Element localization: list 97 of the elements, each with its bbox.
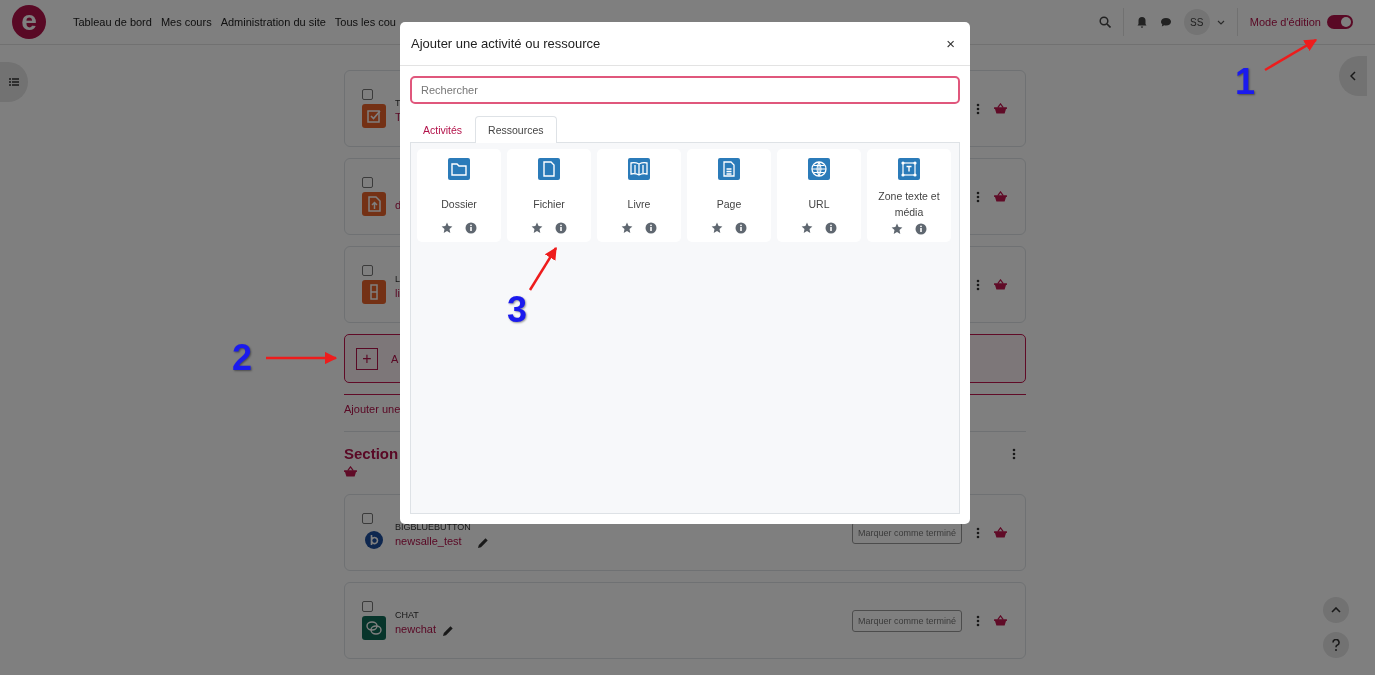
text-media-icon (898, 158, 920, 180)
edit-mode-toggle[interactable] (1327, 15, 1353, 29)
list-icon (9, 78, 19, 86)
resource-name: Fichier (532, 196, 566, 212)
globe-icon (808, 158, 830, 180)
resource-name: URL (807, 196, 831, 212)
resource-tile[interactable]: Fichier (507, 149, 591, 242)
activity-type: BIGBLUEBUTTON (395, 522, 471, 532)
search-field[interactable]: Rechercher (410, 76, 960, 104)
course-index-button[interactable] (0, 62, 28, 102)
basket-icon[interactable] (994, 527, 1007, 538)
resource-tile[interactable]: Livre (597, 149, 681, 242)
activity-checkbox[interactable] (362, 265, 373, 276)
nav-link[interactable]: Tableau de bord (73, 16, 152, 28)
info-icon[interactable] (555, 222, 567, 234)
basket-icon[interactable] (994, 279, 1007, 290)
activity-checkbox[interactable] (362, 601, 373, 612)
resource-tile[interactable]: URL (777, 149, 861, 242)
dialog-title: Ajouter une activité ou ressource (411, 36, 601, 51)
add-activity-label: A (391, 352, 399, 365)
close-button[interactable]: × (942, 35, 959, 52)
resource-tile[interactable]: Zone texte et média (867, 149, 951, 242)
lesson-icon (362, 280, 386, 304)
nav-link[interactable]: Mes cours (160, 16, 212, 28)
activity-link[interactable]: newchat (395, 623, 436, 635)
folder-icon (448, 158, 470, 180)
star-icon[interactable] (441, 222, 453, 234)
more-options-icon[interactable] (976, 526, 980, 539)
annotation-arrow (266, 351, 338, 365)
file-icon (538, 158, 560, 180)
activity-checkbox[interactable] (362, 89, 373, 100)
document-upload-icon (362, 192, 386, 216)
activity-type: CHAT (395, 610, 420, 620)
tab[interactable]: Activités (410, 116, 476, 143)
user-avatar[interactable]: SS (1183, 9, 1210, 35)
basket-icon[interactable] (994, 103, 1007, 114)
more-options-icon[interactable] (976, 190, 980, 203)
caret-icon[interactable] (1216, 19, 1225, 25)
resource-tile[interactable]: Page (687, 149, 771, 242)
star-icon[interactable] (531, 222, 543, 234)
annotation-arrow (528, 246, 558, 291)
chat-bubble-icon[interactable] (1159, 16, 1172, 28)
question-mark-icon (1332, 639, 1340, 651)
pencil-icon[interactable] (476, 537, 489, 549)
chevron-left-icon (1350, 71, 1356, 81)
annotation-arrow (1264, 38, 1318, 72)
annotation-number: 2 (231, 339, 253, 377)
pencil-icon[interactable] (442, 625, 454, 637)
chat-bubbles-icon (362, 616, 386, 640)
more-options-icon[interactable] (976, 278, 980, 291)
annotation-number: 1 (1234, 63, 1256, 101)
resource-tile[interactable]: Dossier (417, 149, 501, 242)
page-icon (718, 158, 740, 180)
resource-name: Livre (626, 196, 652, 212)
resource-name: Zone texte et média (877, 189, 941, 220)
resource-name: Page (715, 196, 743, 212)
activity-type: T (395, 98, 402, 108)
site-logo[interactable]: e (12, 5, 46, 39)
info-icon[interactable] (465, 222, 477, 234)
info-icon[interactable] (645, 222, 657, 234)
basket-icon[interactable] (344, 466, 357, 477)
more-options-icon[interactable] (1012, 447, 1016, 460)
activity-type: L (395, 274, 400, 284)
search-icon[interactable] (1098, 16, 1111, 28)
tab[interactable]: Ressources (475, 116, 557, 143)
star-icon[interactable] (621, 222, 633, 234)
resource-name: Dossier (440, 196, 478, 212)
section-title: Section (344, 445, 399, 462)
bigbluebutton-icon (362, 528, 386, 552)
star-icon[interactable] (801, 222, 813, 234)
activity-link[interactable]: newsalle_test (395, 535, 471, 547)
basket-icon[interactable] (994, 191, 1007, 202)
info-icon[interactable] (825, 222, 837, 234)
info-icon[interactable] (915, 223, 927, 235)
annotation-number: 3 (506, 291, 528, 329)
edit-mode-label: Mode d'édition (1249, 16, 1321, 28)
nav-link[interactable]: Tous les cou (334, 16, 396, 28)
add-button[interactable]: + (356, 347, 378, 370)
activity-checkbox[interactable] (362, 513, 373, 524)
activity-checkbox[interactable] (362, 177, 373, 188)
more-options-icon[interactable] (976, 614, 980, 627)
star-icon[interactable] (711, 222, 723, 234)
more-options-icon[interactable] (976, 102, 980, 115)
activity-link[interactable]: li (395, 287, 400, 299)
info-icon[interactable] (735, 222, 747, 234)
mark-done-button[interactable]: Marquer comme terminé (851, 609, 962, 632)
help-button[interactable] (1323, 632, 1349, 658)
bell-icon[interactable] (1135, 16, 1148, 28)
book-icon (628, 158, 650, 180)
star-icon[interactable] (891, 223, 903, 235)
add-section-link[interactable]: Ajouter une (344, 403, 401, 415)
nav-link[interactable]: Administration du site (220, 16, 326, 28)
back-to-top-button[interactable] (1323, 597, 1349, 623)
basket-icon[interactable] (994, 615, 1007, 626)
chevron-up-icon (1331, 607, 1341, 613)
assignment-icon (362, 104, 386, 128)
activity-link[interactable]: d (395, 199, 402, 211)
